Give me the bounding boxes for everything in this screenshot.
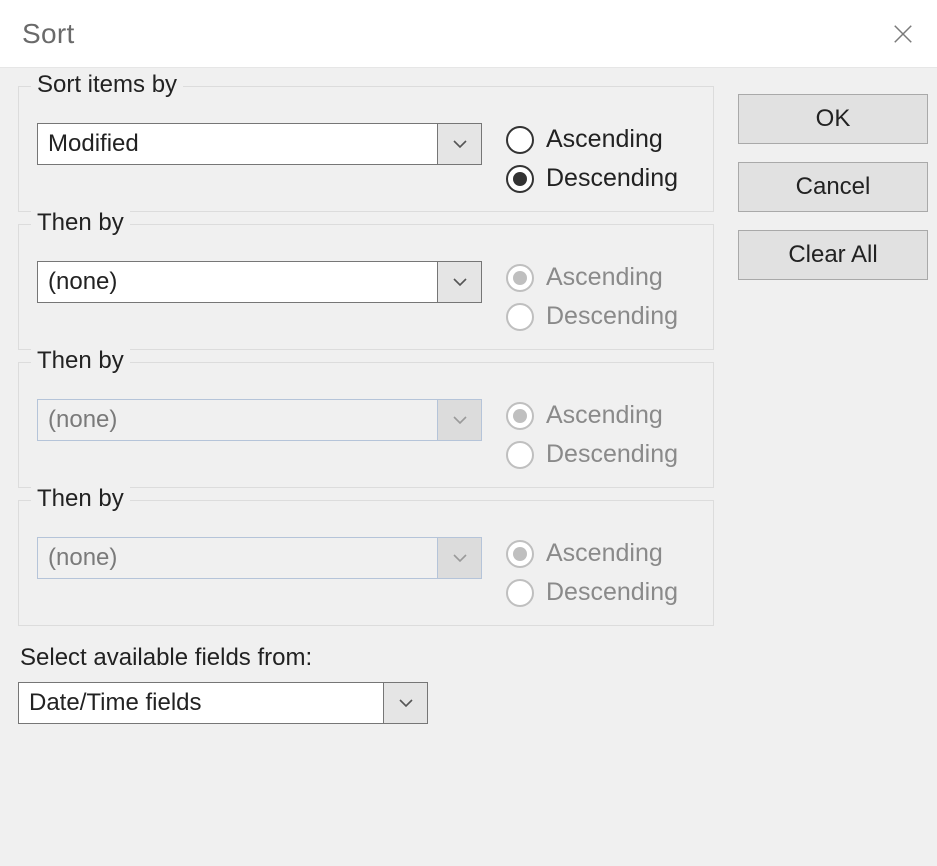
radio-circle-icon	[506, 540, 534, 568]
radio-label: Descending	[546, 440, 678, 469]
radio-descending[interactable]: Descending	[506, 302, 678, 331]
sort-field-combo-2: (none)	[37, 399, 482, 441]
radio-label: Ascending	[546, 125, 663, 154]
radio-circle-icon	[506, 579, 534, 607]
sort-level-legend: Then by	[31, 485, 130, 513]
combo-dropdown-button[interactable]	[437, 124, 481, 164]
combo-dropdown-button	[437, 400, 481, 440]
radio-ascending[interactable]: Ascending	[506, 263, 678, 292]
radio-label: Descending	[546, 164, 678, 193]
radio-label: Ascending	[546, 263, 663, 292]
sort-level-2: Then by (none) Ascending	[18, 362, 714, 488]
radio-circle-icon	[506, 402, 534, 430]
dialog-title: Sort	[22, 18, 887, 50]
chevron-down-icon	[452, 415, 468, 425]
chevron-down-icon	[452, 277, 468, 287]
radio-label: Ascending	[546, 539, 663, 568]
dialog-buttons-column: OK Cancel Clear All	[738, 86, 928, 866]
sort-direction-radios-2: Ascending Descending	[506, 399, 678, 469]
sort-field-value: (none)	[38, 538, 437, 578]
sort-level-0: Sort items by Modified Ascendin	[18, 86, 714, 212]
sort-level-1: Then by (none) Ascending	[18, 224, 714, 350]
sort-dialog: Sort Sort items by Modified	[0, 0, 937, 866]
radio-circle-icon	[506, 303, 534, 331]
sort-direction-radios-0: Ascending Descending	[506, 123, 678, 193]
sort-field-combo-1[interactable]: (none)	[37, 261, 482, 303]
sort-field-value: (none)	[38, 262, 437, 302]
clear-all-button[interactable]: Clear All	[738, 230, 928, 280]
radio-descending: Descending	[506, 440, 678, 469]
title-bar: Sort	[0, 0, 937, 68]
combo-dropdown-button	[437, 538, 481, 578]
ok-button[interactable]: OK	[738, 94, 928, 144]
sort-field-value: (none)	[38, 400, 437, 440]
radio-label: Ascending	[546, 401, 663, 430]
sort-level-3: Then by (none) Ascending	[18, 500, 714, 626]
fields-from-value: Date/Time fields	[19, 683, 383, 723]
chevron-down-icon	[398, 698, 414, 708]
chevron-down-icon	[452, 139, 468, 149]
radio-label: Descending	[546, 302, 678, 331]
radio-circle-icon	[506, 126, 534, 154]
radio-descending[interactable]: Descending	[506, 164, 678, 193]
radio-descending: Descending	[506, 578, 678, 607]
sort-level-legend: Sort items by	[31, 71, 183, 99]
sort-level-legend: Then by	[31, 347, 130, 375]
sort-direction-radios-3: Ascending Descending	[506, 537, 678, 607]
radio-ascending: Ascending	[506, 401, 678, 430]
radio-ascending: Ascending	[506, 539, 678, 568]
radio-circle-icon	[506, 264, 534, 292]
sort-direction-radios-1: Ascending Descending	[506, 261, 678, 331]
dialog-body: Sort items by Modified Ascendin	[0, 68, 937, 866]
radio-circle-icon	[506, 441, 534, 469]
select-fields-label: Select available fields from:	[20, 644, 714, 672]
fields-from-combo[interactable]: Date/Time fields	[18, 682, 428, 724]
sort-field-combo-3: (none)	[37, 537, 482, 579]
cancel-button[interactable]: Cancel	[738, 162, 928, 212]
chevron-down-icon	[452, 553, 468, 563]
sort-field-value: Modified	[38, 124, 437, 164]
sort-field-combo-0[interactable]: Modified	[37, 123, 482, 165]
close-icon	[892, 23, 914, 45]
sort-level-legend: Then by	[31, 209, 130, 237]
radio-circle-icon	[506, 165, 534, 193]
radio-ascending[interactable]: Ascending	[506, 125, 678, 154]
combo-dropdown-button[interactable]	[437, 262, 481, 302]
combo-dropdown-button[interactable]	[383, 683, 427, 723]
radio-label: Descending	[546, 578, 678, 607]
sort-levels-column: Sort items by Modified Ascendin	[18, 86, 714, 866]
close-button[interactable]	[887, 18, 919, 50]
